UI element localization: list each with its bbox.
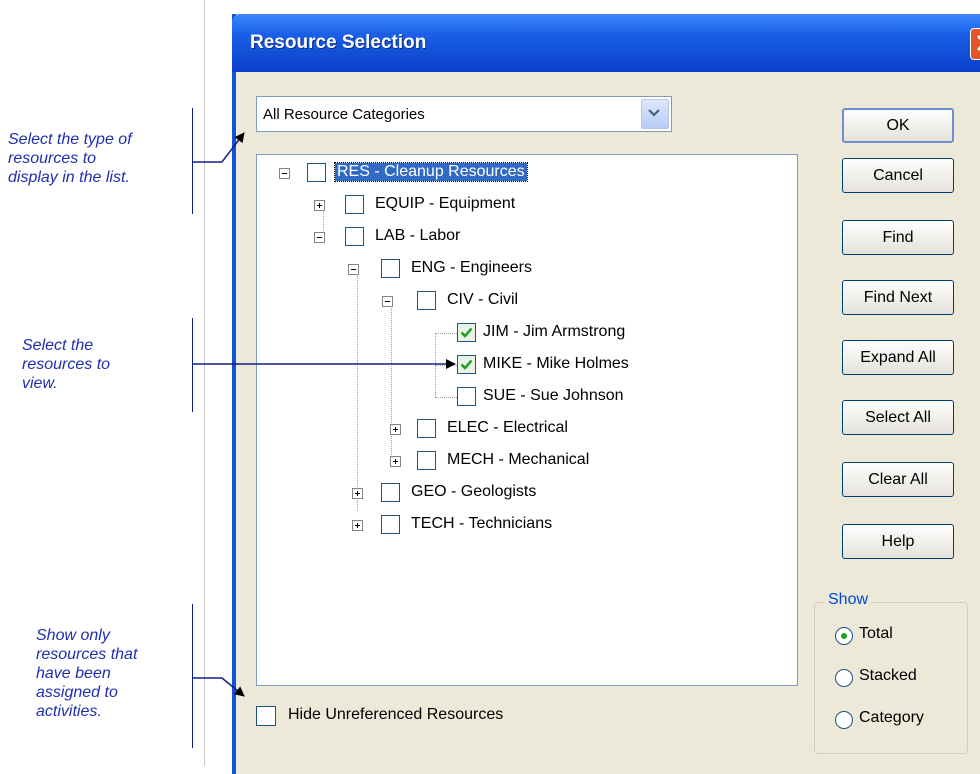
select-all-button[interactable]: Select All [842, 400, 954, 435]
tree-node-sue[interactable]: SUE - Sue Johnson [483, 387, 624, 405]
tree-node-mike[interactable]: MIKE - Mike Holmes [483, 355, 629, 373]
hide-unreferenced-label[interactable]: Hide Unreferenced Resources [288, 706, 503, 724]
annotation-line: resources to [22, 356, 111, 373]
chevron-down-icon[interactable] [641, 99, 669, 129]
plus-glyph [355, 523, 360, 528]
annotation-bracket [192, 604, 193, 748]
tree-node-checkbox[interactable] [345, 227, 364, 246]
page-divider [204, 0, 205, 766]
tree-node-checkbox[interactable] [307, 163, 326, 182]
annotation-line: activities. [36, 703, 102, 720]
tree-connector [391, 303, 392, 465]
check-icon [460, 327, 473, 338]
tree-connector [435, 333, 457, 334]
annotation-select-resources: Select the resources to view. [22, 336, 110, 393]
tree-node-lab[interactable]: LAB - Labor [375, 227, 460, 245]
tree-node-checkbox[interactable] [417, 419, 436, 438]
annotation-line: resources to [8, 150, 97, 167]
plus-glyph [317, 203, 322, 208]
plus-glyph [393, 459, 398, 464]
annotation-line: have been [36, 665, 111, 682]
annotation-line: Select the type of [8, 131, 132, 148]
tree-connector [435, 397, 457, 398]
resource-tree[interactable]: RES - Cleanup Resources EQUIP - Equipmen… [256, 154, 798, 686]
expand-icon[interactable] [352, 520, 363, 531]
minus-glyph [351, 269, 356, 270]
minus-glyph [385, 301, 390, 302]
minus-glyph [282, 173, 287, 174]
clear-all-button[interactable]: Clear All [842, 462, 954, 497]
tree-node-checkbox[interactable] [381, 483, 400, 502]
tree-node-eng[interactable]: ENG - Engineers [411, 259, 532, 277]
tree-node-checkbox[interactable] [381, 259, 400, 278]
radio-category-label[interactable]: Category [859, 709, 924, 727]
dropdown-selected-value: All Resource Categories [263, 106, 425, 123]
tree-node-checkbox[interactable] [417, 291, 436, 310]
expand-icon[interactable] [390, 424, 401, 435]
radio-category[interactable] [835, 711, 853, 729]
annotation-line: assigned to [36, 684, 118, 701]
tree-node-checkbox[interactable] [417, 451, 436, 470]
ok-button[interactable]: OK [842, 108, 954, 143]
collapse-icon[interactable] [279, 168, 290, 179]
close-icon[interactable] [970, 28, 980, 60]
collapse-icon[interactable] [314, 232, 325, 243]
tree-node-jim[interactable]: JIM - Jim Armstrong [483, 323, 625, 341]
plus-glyph [393, 427, 398, 432]
tree-connector [435, 365, 457, 366]
tree-node-checkbox[interactable] [457, 387, 476, 406]
tree-node-elec[interactable]: ELEC - Electrical [447, 419, 568, 437]
find-button[interactable]: Find [842, 220, 954, 255]
expand-icon[interactable] [390, 456, 401, 467]
tree-node-checkbox[interactable] [345, 195, 364, 214]
find-next-button[interactable]: Find Next [842, 280, 954, 315]
chevron-glyph [648, 109, 660, 117]
annotation-bracket [192, 108, 193, 214]
tree-node-checkbox-checked[interactable] [457, 355, 476, 374]
tree-node-geo[interactable]: GEO - Geologists [411, 483, 536, 501]
annotation-line: Show only [36, 627, 110, 644]
collapse-icon[interactable] [382, 296, 393, 307]
check-icon [460, 359, 473, 370]
radio-selected-dot [841, 633, 847, 639]
resource-selection-dialog: Resource Selection All Resource Categori… [232, 14, 980, 774]
annotation-line: Select the [22, 337, 94, 354]
title-bar: Resource Selection [232, 14, 980, 72]
annotation-category-type: Select the type of resources to display … [8, 130, 132, 187]
radio-total-label[interactable]: Total [859, 625, 893, 643]
show-group-title: Show [825, 591, 872, 609]
annotation-hide-unreferenced: Show only resources that have been assig… [36, 626, 137, 721]
dialog-title: Resource Selection [250, 32, 427, 53]
tree-node-tech[interactable]: TECH - Technicians [411, 515, 552, 533]
expand-icon[interactable] [352, 488, 363, 499]
tree-node-mech[interactable]: MECH - Mechanical [447, 451, 589, 469]
tree-node-res[interactable]: RES - Cleanup Resources [334, 162, 528, 182]
tree-node-checkbox-checked[interactable] [457, 323, 476, 342]
annotation-line: resources that [36, 646, 138, 663]
cancel-button[interactable]: Cancel [842, 158, 954, 193]
hide-unreferenced-checkbox[interactable] [256, 706, 276, 726]
close-x-glyph [977, 35, 980, 51]
help-button[interactable]: Help [842, 524, 954, 559]
minus-glyph [317, 237, 322, 238]
collapse-icon[interactable] [348, 264, 359, 275]
plus-glyph [355, 491, 360, 496]
tree-node-checkbox[interactable] [381, 515, 400, 534]
annotation-bracket [192, 318, 193, 412]
radio-stacked[interactable] [835, 669, 853, 687]
radio-stacked-label[interactable]: Stacked [859, 667, 917, 685]
tree-connector [357, 271, 358, 511]
annotation-line: view. [22, 375, 58, 392]
expand-all-button[interactable]: Expand All [842, 340, 954, 375]
annotation-line: display in the list. [8, 169, 130, 186]
radio-total[interactable] [835, 627, 853, 645]
expand-icon[interactable] [314, 200, 325, 211]
resource-category-dropdown[interactable]: All Resource Categories [256, 96, 672, 132]
tree-node-equip[interactable]: EQUIP - Equipment [375, 195, 515, 213]
tree-node-civ[interactable]: CIV - Civil [447, 291, 518, 309]
show-group: Show Total Stacked Category [814, 591, 968, 754]
